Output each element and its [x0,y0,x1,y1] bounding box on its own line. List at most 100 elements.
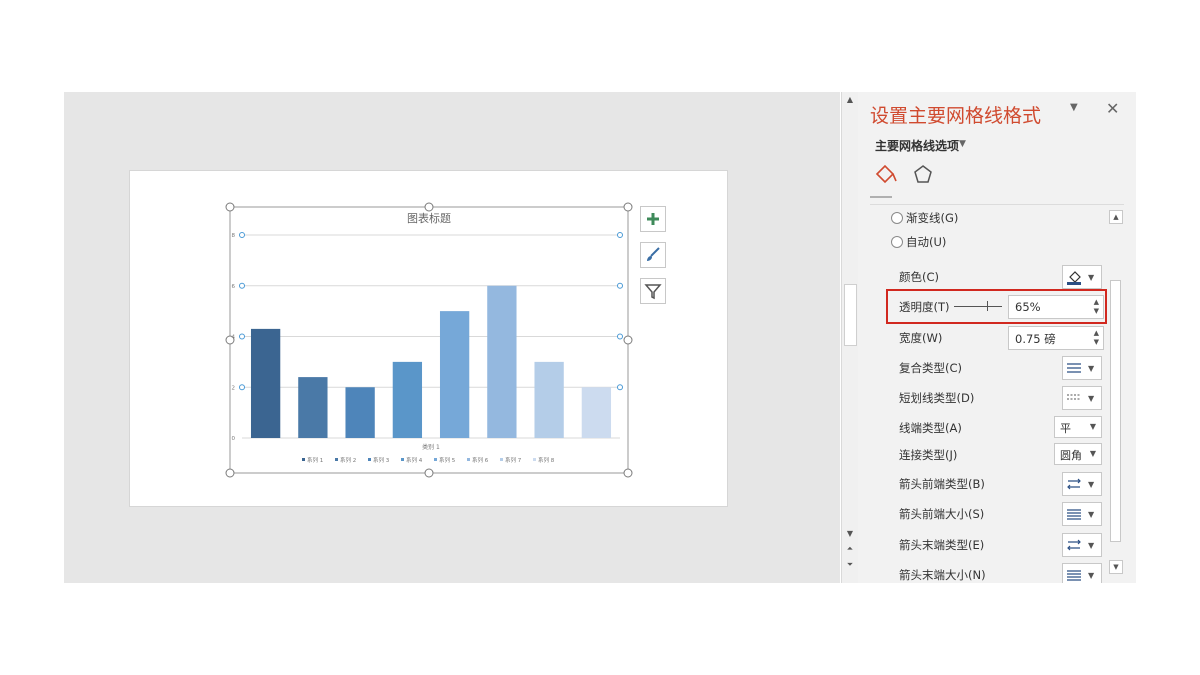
chart-filters-button[interactable] [640,278,666,304]
previous-slide-button[interactable]: ⏶ [842,542,858,556]
y-tick-label: 2 [232,385,236,391]
spin-down-icon[interactable]: ▼ [1094,338,1099,346]
divider [870,204,1124,205]
bar [345,387,375,438]
pane-title: 设置主要网格线格式 [870,105,1042,127]
legend-swatch [500,458,503,461]
bar [534,361,564,438]
chevron-down-icon[interactable]: ▼ [959,139,966,149]
chart[interactable]: 图表标题 0 2 4 6 8 类别 1 系列 1 系列 2 系列 3 系列 4 系列 5 系列 6 系列 … [130,171,727,506]
cap-type-select[interactable]: 平 ▼ [1054,416,1102,438]
gridline-handle [617,333,623,340]
arrow-end-size-label: 箭头末端大小(N) [899,568,986,582]
bar [487,285,517,438]
legend-label: 系列 1 [307,456,323,464]
bar [581,387,612,438]
chart-frame [229,206,629,474]
bar [250,328,281,438]
legend-label: 系列 7 [505,456,522,464]
dash-type-row: 短划线类型(D) ▼ [858,386,1108,410]
dash-lines-icon [1067,394,1081,400]
compound-type-label: 复合类型(C) [899,361,963,375]
arrow-begin-type-row: 箭头前端类型(B) ▼ [858,472,1108,496]
arrow-size-icon [1067,570,1081,581]
compound-type-row: 复合类型(C) ▼ [858,356,1108,380]
y-tick-label: 8 [232,233,236,239]
chart-styles-button[interactable] [640,242,666,268]
compound-lines-icon [1067,363,1081,373]
plus-icon [647,213,659,225]
add-chart-element-button[interactable] [640,206,666,232]
resize-handle [623,335,633,345]
pane-scrollbar[interactable]: ▲ ▼ [1108,210,1123,576]
pane-scroll-down-button[interactable]: ▼ [1109,560,1123,574]
join-type-value: 圆角 [1060,449,1082,462]
spin-up-icon[interactable]: ▲ [1094,329,1099,337]
width-label: 宽度(W) [899,331,943,345]
line-options: 渐变线(G) 自动(U) 颜色(C) ▼ 透明度(T) 65% ▲ ▼ 宽度(W… [858,206,1136,583]
cap-type-label: 线端类型(A) [899,421,962,435]
arrow-size-icon [1067,509,1081,520]
resize-handle [424,468,434,478]
dash-type-button[interactable]: ▼ [1062,386,1102,410]
filter-icon [644,284,662,300]
radio-button[interactable] [891,212,903,224]
scroll-down-button[interactable]: ▼ [842,526,858,540]
legend-swatch [335,458,338,461]
arrow-end-size-button[interactable]: ▼ [1062,563,1102,583]
width-spinner[interactable]: 0.75 磅 ▲ ▼ [1008,326,1104,350]
legend-swatch [302,458,305,461]
arrow-end-size-row: 箭头末端大小(N) ▼ [858,563,1108,583]
legend-label: 系列 2 [340,456,356,464]
legend-label: 系列 3 [373,456,390,464]
color-picker-button[interactable]: ▼ [1062,265,1102,289]
scroll-thumb[interactable] [844,284,857,346]
resize-handle [225,468,235,478]
arrow-end-type-button[interactable]: ▼ [1062,533,1102,557]
dash-type-label: 短划线类型(D) [899,391,975,405]
width-row: 宽度(W) 0.75 磅 ▲ ▼ [858,326,1108,350]
radio-label: 渐变线(G) [906,211,959,225]
legend-swatch [533,458,536,461]
arrow-begin-size-label: 箭头前端大小(S) [899,507,985,521]
y-tick-label: 0 [232,436,236,442]
pentagon-icon[interactable] [910,162,936,188]
legend-swatch [401,458,404,461]
join-type-label: 连接类型(J) [899,448,958,462]
arrow-begin-size-button[interactable]: ▼ [1062,502,1102,526]
pane-scroll-up-button[interactable]: ▲ [1109,210,1123,224]
arrow-begin-type-label: 箭头前端类型(B) [899,477,985,491]
pane-options-icon[interactable]: ▼ [1070,102,1078,113]
color-row: 颜色(C) ▼ [858,265,1108,289]
gridline-handle [239,282,245,289]
scroll-up-button[interactable]: ▲ [842,92,858,106]
gridline-handle [617,282,623,289]
compound-type-button[interactable]: ▼ [1062,356,1102,380]
arrow-type-icon [1067,539,1081,551]
category-label: 类别 1 [422,443,440,451]
cap-type-row: 线端类型(A) 平 ▼ [858,416,1108,440]
arrow-begin-size-row: 箭头前端大小(S) ▼ [858,502,1108,526]
radio-automatic[interactable]: 自动(U) [858,230,1108,254]
pane-scroll-thumb[interactable] [1110,280,1121,542]
legend-label: 系列 8 [538,456,555,464]
legend-swatch [368,458,371,461]
workspace-scrollbar[interactable]: ▲ ▼ ⏶ ⏷ [841,92,858,583]
next-slide-button[interactable]: ⏷ [842,558,858,572]
slide[interactable]: 图表标题 0 2 4 6 8 类别 1 系列 1 系列 2 系列 3 系列 4 系列 5 系列 6 系列 … [130,171,727,506]
resize-handle [623,202,633,212]
arrow-begin-type-button[interactable]: ▼ [1062,472,1102,496]
close-icon[interactable]: ✕ [1106,99,1119,118]
radio-label: 自动(U) [906,235,947,249]
join-type-select[interactable]: 圆角 ▼ [1054,443,1102,465]
radio-button[interactable] [891,236,903,248]
bar [392,361,423,438]
pane-subtitle[interactable]: 主要网格线选项 [875,137,959,154]
join-type-row: 连接类型(J) 圆角 ▼ [858,443,1108,467]
resize-handle [623,468,633,478]
y-tick-label: 6 [232,284,236,290]
cap-type-value: 平 [1060,422,1071,435]
radio-gradient-line[interactable]: 渐变线(G) [858,206,1108,230]
arrow-end-type-row: 箭头末端类型(E) ▼ [858,533,1108,557]
fill-line-icon[interactable] [873,162,899,188]
